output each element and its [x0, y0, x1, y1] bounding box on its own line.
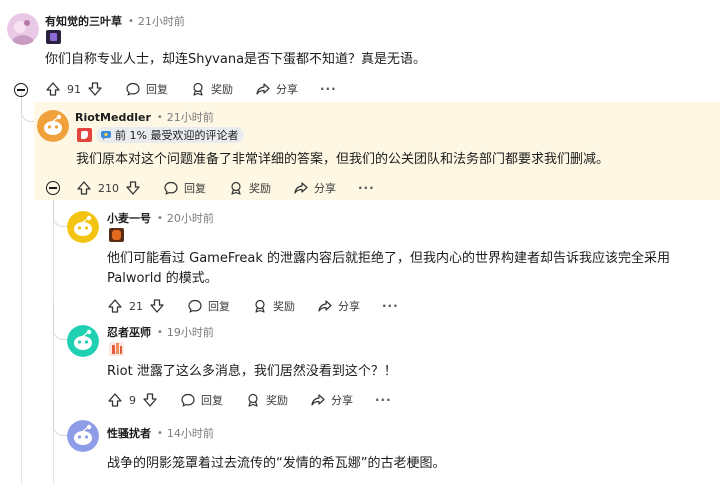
comment-author[interactable]: RiotMeddler	[75, 111, 151, 124]
downvote-icon[interactable]	[142, 392, 158, 408]
vote-count: 9	[129, 393, 136, 407]
comment-body-line: Palworld 的模式。	[107, 271, 218, 286]
reply-label: 回复	[201, 394, 223, 407]
flair-icon	[46, 30, 61, 44]
more-options-button[interactable]: ···	[320, 82, 337, 96]
flair-text: 前 1% 最受欢迎的评论者	[115, 129, 239, 142]
vote-count: 21	[129, 299, 143, 313]
avatar[interactable]	[67, 325, 99, 357]
vote-count: 210	[98, 181, 119, 195]
award-icon	[255, 299, 265, 313]
avatar[interactable]	[67, 420, 99, 452]
comment-time[interactable]: 14小时前	[167, 425, 214, 441]
comment-author[interactable]: 小麦一号	[107, 210, 151, 226]
reply-label: 回复	[184, 182, 206, 195]
downvote-icon[interactable]	[149, 298, 165, 314]
more-options-button[interactable]: ···	[382, 299, 399, 313]
award-label: 奖励	[273, 300, 295, 313]
comment-time[interactable]: 19小时前	[167, 324, 214, 340]
share-button[interactable]: 分享	[310, 392, 353, 408]
comment-body: 我们原本对这个问题准备了非常详细的答案，但我们的公关团队和法务部门都要求我们删减…	[76, 152, 610, 167]
share-button[interactable]: 分享	[293, 180, 336, 196]
award-button[interactable]: 奖励	[228, 180, 271, 196]
collapse-icon[interactable]	[46, 181, 60, 195]
award-button[interactable]: 奖励	[245, 392, 288, 408]
comment-author[interactable]: 有知觉的三叶草	[45, 13, 122, 29]
comment-author[interactable]: 性骚扰者	[107, 425, 151, 441]
downvote-icon[interactable]	[87, 81, 103, 97]
share-icon	[256, 83, 270, 95]
share-label: 分享	[338, 300, 360, 313]
award-button[interactable]: 奖励	[252, 298, 295, 314]
share-button[interactable]: 分享	[255, 81, 298, 97]
comment-icon	[164, 181, 178, 195]
comment-body: 他们可能看过 GameFreak 的泄露内容后就拒绝了，但我内心的世界构建者却告…	[107, 249, 670, 289]
share-button[interactable]: 分享	[317, 298, 360, 314]
award-button[interactable]: 奖励	[190, 81, 233, 97]
comment-body: 你们自称专业人士，却连Shyvana是否下蛋都不知道？真是无语。	[45, 52, 427, 67]
comment-time[interactable]: 21小时前	[167, 109, 214, 125]
separator-dot: •	[157, 212, 163, 224]
award-label: 奖励	[249, 182, 271, 195]
comment-5: 性骚扰者 • 14小时前 战争的阴影笼罩着过去流传的“发情的希瓦娜”的古老梗图。	[0, 420, 720, 484]
upvote-icon[interactable]	[45, 81, 61, 97]
comment-4: 忍者巫师 • 19小时前 Riot 泄露了这么多消息，我们居然没看到这个？！ 9…	[0, 320, 720, 420]
reply-label: 回复	[146, 83, 168, 96]
reply-label: 回复	[208, 300, 230, 313]
share-icon	[311, 394, 325, 406]
separator-dot: •	[157, 427, 163, 439]
comment-author[interactable]: 忍者巫师	[107, 324, 151, 340]
vote-count: 91	[67, 82, 81, 96]
upvote-icon[interactable]	[76, 180, 92, 196]
comment-icon	[126, 82, 140, 96]
comment-1: 有知觉的三叶草 • 21小时前 你们自称专业人士，却连Shyvana是否下蛋都不…	[0, 0, 720, 100]
comment-icon	[188, 299, 202, 313]
reply-button[interactable]: 回复	[180, 392, 223, 408]
award-label: 奖励	[266, 394, 288, 407]
separator-dot: •	[156, 111, 163, 123]
separator-dot: •	[157, 326, 163, 338]
share-icon	[294, 182, 308, 194]
share-icon	[318, 300, 332, 312]
commenter-badge-icon	[101, 131, 111, 140]
comment-2: RiotMeddler • 21小时前 前 1% 最受欢迎的评论者 我们原本对这…	[34, 102, 720, 200]
reply-button[interactable]: 回复	[125, 81, 168, 97]
upvote-icon[interactable]	[107, 298, 123, 314]
flair-icon	[109, 342, 124, 356]
avatar[interactable]	[7, 13, 39, 45]
upvote-icon[interactable]	[107, 392, 123, 408]
reply-button[interactable]: 回复	[187, 298, 230, 314]
share-label: 分享	[314, 182, 336, 195]
more-options-button[interactable]: ···	[375, 393, 392, 407]
more-options-button[interactable]: ···	[358, 181, 375, 195]
comment-body-line: 他们可能看过 GameFreak 的泄露内容后就拒绝了，但我内心的世界构建者却告…	[107, 251, 671, 266]
collapse-icon[interactable]	[14, 83, 28, 97]
award-label: 奖励	[211, 83, 233, 96]
award-icon	[231, 181, 241, 195]
reply-button[interactable]: 回复	[163, 180, 206, 196]
downvote-icon[interactable]	[125, 180, 141, 196]
top-commenter-badge: 前 1% 最受欢迎的评论者	[96, 127, 245, 143]
comment-time[interactable]: 20小时前	[167, 210, 214, 226]
avatar[interactable]	[37, 110, 69, 142]
comment-time[interactable]: 21小时前	[138, 13, 185, 29]
award-icon	[248, 393, 258, 407]
share-label: 分享	[331, 394, 353, 407]
separator-dot: •	[128, 15, 134, 27]
riot-flair-icon	[77, 128, 92, 142]
share-label: 分享	[276, 83, 298, 96]
comment-3: 小麦一号 • 20小时前 他们可能看过 GameFreak 的泄露内容后就拒绝了…	[0, 205, 720, 320]
comment-icon	[181, 393, 195, 407]
comment-body: Riot 泄露了这么多消息，我们居然没看到这个？！	[107, 364, 397, 379]
comment-body: 战争的阴影笼罩着过去流传的“发情的希瓦娜”的古老梗图。	[107, 456, 446, 471]
flair-icon	[109, 228, 124, 242]
avatar[interactable]	[67, 211, 99, 243]
award-icon	[193, 82, 203, 96]
